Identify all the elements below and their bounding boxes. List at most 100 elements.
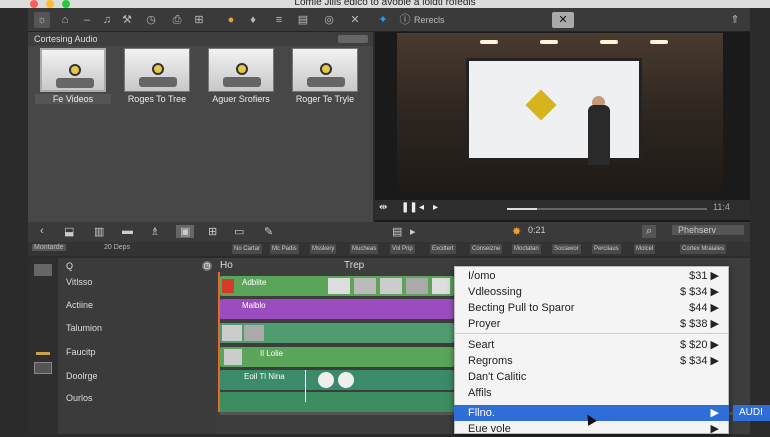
import-icon[interactable]: ⬓ bbox=[64, 225, 74, 238]
track-thumbnail-icon[interactable] bbox=[34, 264, 52, 276]
close-icon[interactable]: ✕ bbox=[348, 12, 362, 28]
transition-icon[interactable]: ♗ bbox=[150, 225, 160, 238]
menu-item-label: Becting Pull to Sparor bbox=[468, 302, 575, 314]
refresh-label[interactable]: Rerecls bbox=[414, 12, 474, 28]
pause-icon[interactable]: ❚❚ bbox=[401, 202, 418, 213]
timeline-clip[interactable]: Malblo bbox=[220, 299, 454, 319]
audio-level-icon[interactable] bbox=[36, 352, 50, 355]
menu-item[interactable]: Vdleossing $ $34 ▶ bbox=[468, 284, 723, 300]
drop-icon[interactable]: ♦ bbox=[246, 12, 260, 28]
back-icon[interactable]: ‹ bbox=[40, 225, 44, 237]
library-clip-thumbnail[interactable] bbox=[208, 48, 274, 92]
library-clip-thumbnail[interactable] bbox=[40, 48, 106, 92]
menu-item[interactable]: Becting Pull to Sparor $44 ▶ bbox=[468, 300, 723, 316]
split-icon[interactable]: ⊞ bbox=[208, 225, 217, 238]
menu-item-price: $ $34 ▶ bbox=[679, 286, 719, 298]
clip-bar-button[interactable]: Mc Padis bbox=[270, 244, 299, 254]
play-icon[interactable]: ▸ bbox=[410, 225, 416, 238]
clip-bar-button[interactable]: Cortex Mraiales bbox=[680, 244, 727, 254]
clip-bar-button[interactable]: No Cartar bbox=[232, 244, 263, 254]
menu-divider bbox=[454, 333, 729, 334]
menu-item[interactable]: Affils bbox=[468, 385, 723, 401]
main-toolbar: ☼ ⌂ – ♫ ⚒ ◷ ⎙ ⊞ ● ♦ ≡ ▤ ◎ ✕ ✦ ⓘ Rerecls … bbox=[28, 8, 750, 32]
track-name: Doolrge bbox=[66, 371, 98, 381]
gear-icon[interactable]: ☼ bbox=[34, 12, 50, 28]
bars-icon[interactable]: ≡ bbox=[272, 12, 286, 28]
clip-bar-button[interactable]: Conseizne bbox=[470, 244, 503, 254]
home-icon[interactable]: ⌂ bbox=[58, 12, 72, 28]
scrub-progress bbox=[507, 208, 537, 210]
library-clip-label: Roger Te Tryle bbox=[295, 94, 355, 104]
keyframe-line[interactable] bbox=[305, 370, 306, 402]
window-title: Lomie Jiils edico to avoble a loidti rof… bbox=[294, 0, 476, 8]
menu-item-label: Dan't Calitic bbox=[468, 371, 527, 383]
timeline-clip[interactable] bbox=[220, 323, 454, 343]
stack-icon[interactable]: ▤ bbox=[296, 12, 310, 28]
track-name: Vitlsso bbox=[66, 277, 93, 287]
clip-label: Eoil Tl Nina bbox=[244, 372, 285, 381]
volume-icon[interactable] bbox=[34, 362, 52, 374]
timeline-clip[interactable]: Eoil Tl Nina bbox=[220, 370, 454, 390]
counter: 0:21 bbox=[528, 225, 546, 235]
clip-bar-button[interactable]: Sociawor bbox=[552, 244, 581, 254]
timeline-clip[interactable]: Il Lolie bbox=[220, 347, 454, 367]
scrub-bar[interactable] bbox=[507, 208, 707, 210]
color-icon[interactable]: ● bbox=[224, 12, 238, 28]
star-icon[interactable]: ✸ bbox=[512, 225, 521, 238]
submenu-item[interactable]: AUDI bbox=[733, 405, 770, 421]
clock-icon[interactable]: ◷ bbox=[144, 12, 158, 28]
library-clip-label: Aguer Srofiers bbox=[212, 94, 270, 104]
twitter-icon[interactable]: ✦ bbox=[376, 12, 390, 28]
library-slider[interactable] bbox=[338, 35, 368, 43]
search-icon[interactable]: ⌕ bbox=[642, 225, 657, 238]
timeline-clip[interactable]: Adblite bbox=[220, 276, 454, 296]
clip-bar-button[interactable]: Msskery bbox=[310, 244, 337, 254]
minus-icon[interactable]: – bbox=[80, 12, 94, 28]
grid-icon[interactable]: ⊞ bbox=[192, 12, 206, 28]
clip-bar-button[interactable]: Moctatan bbox=[512, 244, 541, 254]
audio-marker[interactable] bbox=[338, 372, 354, 388]
clip-icon[interactable]: ▬ bbox=[122, 225, 133, 237]
crop-icon[interactable]: ▭ bbox=[234, 225, 244, 238]
step-back-icon[interactable]: ◂ bbox=[419, 202, 424, 213]
export-icon[interactable]: ⎙ bbox=[170, 12, 184, 28]
wand-icon[interactable]: ⚒ bbox=[120, 12, 134, 28]
library-header: Cortesing Audio bbox=[28, 32, 373, 46]
track-name: Faucitp bbox=[66, 347, 96, 357]
track-search-icon[interactable]: Q bbox=[66, 261, 73, 271]
audio-waveform-track[interactable] bbox=[220, 392, 454, 412]
info-icon[interactable]: ⓘ bbox=[398, 12, 412, 28]
track-name: Talumion bbox=[66, 323, 103, 333]
clip-bar-button[interactable]: Molcel bbox=[634, 244, 656, 254]
menu-item[interactable]: Regroms $ $34 ▶ bbox=[468, 353, 723, 369]
media-icon[interactable]: ▤ bbox=[392, 225, 402, 238]
close-icon[interactable]: ✕ bbox=[552, 12, 574, 28]
target-icon[interactable]: ◎ bbox=[322, 12, 336, 28]
menu-item[interactable]: I/omo $31 ▶ bbox=[468, 268, 723, 284]
menu-item[interactable]: Eue vole ▶ bbox=[468, 421, 723, 437]
library-clip-thumbnail[interactable] bbox=[124, 48, 190, 92]
menu-item[interactable]: Seart $ $20 ▶ bbox=[468, 337, 723, 353]
clip-bar-button[interactable]: Vol Prip bbox=[390, 244, 415, 254]
menu-item-label: I/omo bbox=[468, 270, 496, 282]
clip-bar-button[interactable]: Perciiaus bbox=[592, 244, 621, 254]
share-button[interactable]: Phehserv bbox=[672, 225, 744, 235]
clip-thumbnail bbox=[222, 325, 242, 341]
library-clip-label: Roges To Tree bbox=[127, 94, 187, 104]
audio-marker[interactable] bbox=[318, 372, 334, 388]
photo-icon[interactable]: ▣ bbox=[176, 225, 195, 238]
library-clip-thumbnail[interactable] bbox=[292, 48, 358, 92]
clip-thumbnail bbox=[380, 278, 402, 294]
clip-bar-button[interactable]: Mucheas bbox=[350, 244, 379, 254]
menu-item[interactable]: Proyer $ $38 ▶ bbox=[468, 316, 723, 332]
ceiling-light bbox=[650, 40, 668, 44]
library-icon[interactable]: ▥ bbox=[94, 225, 104, 238]
fullscreen-icon[interactable]: ⇹ bbox=[379, 202, 387, 213]
music-icon[interactable]: ♫ bbox=[100, 12, 114, 28]
pen-icon[interactable]: ✎ bbox=[264, 225, 273, 238]
clock-icon[interactable]: ◷ bbox=[202, 261, 212, 271]
share-up-icon[interactable]: ⇑ bbox=[728, 12, 742, 28]
clip-bar-button[interactable]: Excittert bbox=[430, 244, 456, 254]
step-forward-icon[interactable]: ▸ bbox=[433, 202, 438, 213]
menu-item[interactable]: Dan't Calitic bbox=[468, 369, 723, 385]
